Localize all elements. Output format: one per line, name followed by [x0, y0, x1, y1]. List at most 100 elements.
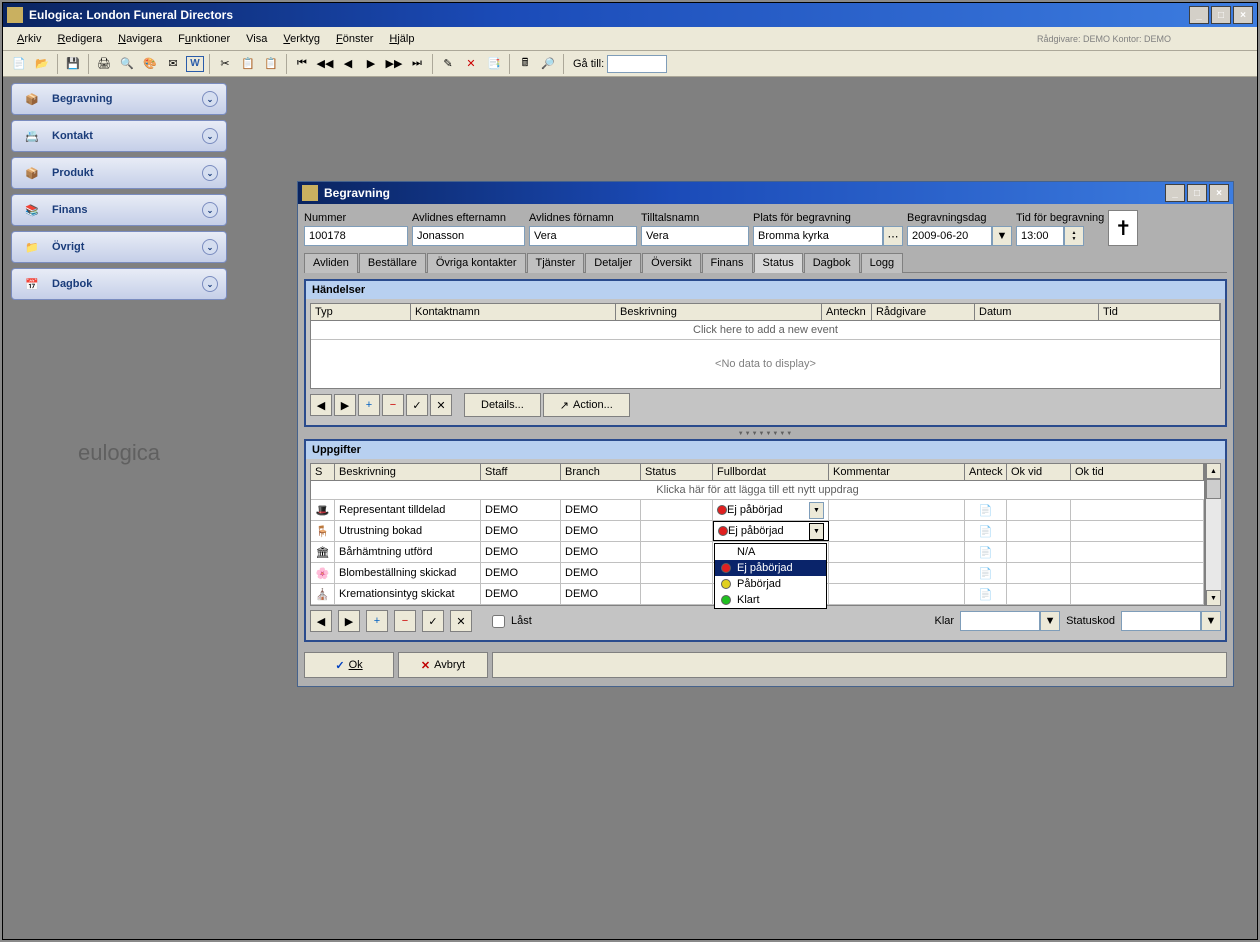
time-spin-button[interactable]: ▲▼ [1064, 226, 1084, 246]
new-icon[interactable]: 📄 [9, 54, 29, 74]
doc-icon[interactable]: 📑 [484, 54, 504, 74]
plats-lookup-button[interactable]: ⋯ [883, 226, 903, 246]
cut-icon[interactable]: ✂ [215, 54, 235, 74]
statuskod-dropdown-button[interactable]: ▼ [1201, 611, 1221, 631]
col-okvid[interactable]: Ok vid [1007, 464, 1071, 480]
word-icon[interactable]: W [186, 56, 204, 72]
sidebar-item-begravning[interactable]: 📦Begravning⌄ [11, 83, 227, 115]
next-page-icon[interactable]: ▶▶ [384, 54, 404, 74]
tab-bestallare[interactable]: Beställare [359, 253, 426, 273]
tab-avliden[interactable]: Avliden [304, 253, 358, 273]
avbryt-button[interactable]: ✕Avbryt [398, 652, 488, 678]
inner-maximize-button[interactable]: □ [1187, 184, 1207, 202]
u-cancel-button[interactable]: ✕ [450, 610, 472, 632]
open-icon[interactable]: 📂 [32, 54, 52, 74]
table-row[interactable]: 🪑 Utrustning bokad DEMO DEMO Ej påbörjad… [311, 521, 1204, 542]
note-icon[interactable]: 📄 [965, 521, 1007, 541]
dropdown-option-na[interactable]: N/A [715, 544, 826, 560]
ok-button[interactable]: ✓Ok [304, 652, 394, 678]
first-icon[interactable]: ⏮ [292, 54, 312, 74]
vertical-scrollbar[interactable]: ▲ ▼ [1205, 463, 1221, 606]
tab-dagbok[interactable]: Dagbok [804, 253, 860, 273]
col-beskrivning[interactable]: Beskrivning [616, 304, 822, 320]
table-row[interactable]: 🎩 Representant tilldelad DEMO DEMO Ej på… [311, 500, 1204, 521]
print-icon[interactable]: 🖨 [94, 54, 114, 74]
search-icon[interactable]: 🔎 [538, 54, 558, 74]
tilltalsnamn-input[interactable] [641, 226, 749, 246]
date-dropdown-button[interactable]: ▼ [992, 226, 1012, 246]
col-staff[interactable]: Staff [481, 464, 561, 480]
note-icon[interactable]: 📄 [965, 563, 1007, 583]
col-status[interactable]: Status [641, 464, 713, 480]
col-branch[interactable]: Branch [561, 464, 641, 480]
maximize-button[interactable]: □ [1211, 6, 1231, 24]
minimize-button[interactable]: _ [1189, 6, 1209, 24]
scroll-up-button[interactable]: ▲ [1206, 463, 1221, 479]
col-anteck[interactable]: Anteck [965, 464, 1007, 480]
col-datum[interactable]: Datum [975, 304, 1099, 320]
grid-cancel-button[interactable]: ✕ [430, 394, 452, 416]
scroll-thumb[interactable] [1206, 479, 1221, 499]
note-icon[interactable]: 📄 [965, 500, 1007, 520]
col-s[interactable]: S [311, 464, 335, 480]
next-icon[interactable]: ▶ [361, 54, 381, 74]
klar-input[interactable] [960, 611, 1040, 631]
efternamn-input[interactable] [412, 226, 525, 246]
dropdown-option-klart[interactable]: Klart [715, 592, 826, 608]
tab-oversikt[interactable]: Översikt [642, 253, 700, 273]
delete-icon[interactable]: ✕ [461, 54, 481, 74]
grid-next-button[interactable]: ▶ [334, 394, 356, 416]
klar-dropdown-button[interactable]: ▼ [1040, 611, 1060, 631]
menu-fonster[interactable]: Fönster [328, 30, 381, 48]
fullbordat-cell[interactable]: Ej påbörjad▼ [713, 500, 829, 520]
tab-logg[interactable]: Logg [861, 253, 903, 273]
statuskod-input[interactable] [1121, 611, 1201, 631]
col-kontaktnamn[interactable]: Kontaktnamn [411, 304, 616, 320]
grid-add-button[interactable]: + [358, 394, 380, 416]
action-button[interactable]: ↗Action... [543, 393, 630, 417]
handelser-add-row[interactable]: Click here to add a new event [311, 321, 1220, 340]
u-remove-button[interactable]: − [394, 610, 416, 632]
u-next-button[interactable]: ▶ [338, 610, 360, 632]
grid-confirm-button[interactable]: ✓ [406, 394, 428, 416]
dropdown-option-ej-paborjad[interactable]: Ej påbörjad [715, 560, 826, 576]
menu-redigera[interactable]: Redigera [49, 30, 110, 48]
u-prev-button[interactable]: ◀ [310, 610, 332, 632]
close-button[interactable]: × [1233, 6, 1253, 24]
tab-status[interactable]: Status [754, 253, 803, 273]
fornamn-input[interactable] [529, 226, 637, 246]
prev-icon[interactable]: ◀ [338, 54, 358, 74]
menu-funktioner[interactable]: Funktioner [170, 30, 238, 48]
sidebar-item-produkt[interactable]: 📦Produkt⌄ [11, 157, 227, 189]
col-kommentar[interactable]: Kommentar [829, 464, 965, 480]
menu-navigera[interactable]: Navigera [110, 30, 170, 48]
sidebar-item-dagbok[interactable]: 📅Dagbok⌄ [11, 268, 227, 300]
u-confirm-button[interactable]: ✓ [422, 610, 444, 632]
mail-icon[interactable]: ✉ [163, 54, 183, 74]
fullbordat-cell-active[interactable]: Ej påbörjad▼ [713, 521, 829, 541]
nummer-input[interactable] [304, 226, 408, 246]
save-icon[interactable]: 💾 [63, 54, 83, 74]
paste-icon[interactable]: 📋 [261, 54, 281, 74]
splitter-handle[interactable]: ▼▼▼▼▼▼▼▼ [304, 431, 1227, 439]
note-icon[interactable]: 📄 [965, 584, 1007, 604]
col-anteckn[interactable]: Anteckn [822, 304, 872, 320]
sidebar-item-ovrigt[interactable]: 📁Övrigt⌄ [11, 231, 227, 263]
dropdown-button[interactable]: ▼ [809, 502, 824, 519]
tab-ovriga-kontakter[interactable]: Övriga kontakter [427, 253, 526, 273]
preview-icon[interactable]: 🔍 [117, 54, 137, 74]
dag-input[interactable] [907, 226, 992, 246]
details-button[interactable]: Details... [464, 393, 541, 417]
copy-icon[interactable]: 📋 [238, 54, 258, 74]
plats-input[interactable] [753, 226, 883, 246]
col-u-beskrivning[interactable]: Beskrivning [335, 464, 481, 480]
tab-finans[interactable]: Finans [702, 253, 753, 273]
last-checkbox[interactable] [492, 615, 505, 628]
u-add-button[interactable]: + [366, 610, 388, 632]
sidebar-item-kontakt[interactable]: 📇Kontakt⌄ [11, 120, 227, 152]
grid-prev-button[interactable]: ◀ [310, 394, 332, 416]
tab-tjanster[interactable]: Tjänster [527, 253, 585, 273]
tab-detaljer[interactable]: Detaljer [585, 253, 641, 273]
menu-arkiv[interactable]: Arkiv [9, 30, 49, 48]
tool-icon[interactable]: 🎨 [140, 54, 160, 74]
